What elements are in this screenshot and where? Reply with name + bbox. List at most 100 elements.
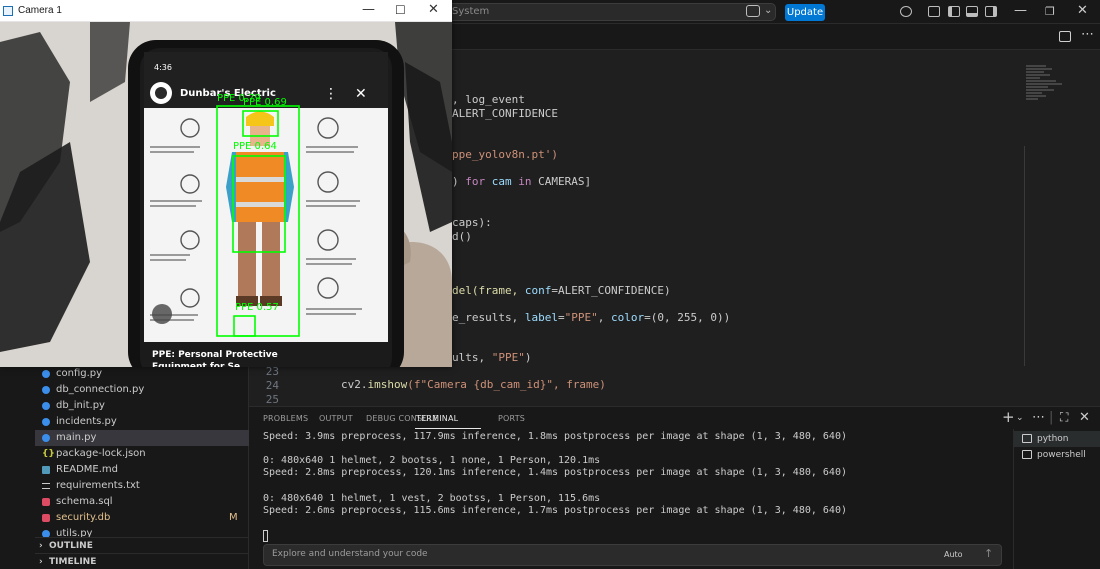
minimap[interactable] — [1026, 64, 1086, 124]
file-item-schema[interactable]: schema.sql — [35, 494, 249, 510]
file-item-incidents[interactable]: incidents.py — [35, 414, 249, 430]
terminal-item-powershell[interactable]: powershell — [1014, 447, 1100, 463]
file-item-db-connection[interactable]: db_connection.py — [35, 382, 249, 398]
camera-feed: 4:36 Dunbar's Electric ⋮ ✕ PPE: Personal… — [0, 22, 452, 367]
camera-window-titlebar[interactable]: Camera 1 — ☐ ✕ — [0, 0, 452, 22]
terminal-icon — [1022, 450, 1032, 459]
markdown-file-icon — [42, 466, 50, 474]
terminal-line: Speed: 2.8ms preprocess, 120.1ms inferen… — [263, 467, 847, 478]
copilot-icon[interactable] — [746, 5, 760, 17]
command-center-search[interactable] — [444, 3, 776, 21]
git-modified-badge: M — [229, 512, 238, 523]
code-line: d() — [452, 230, 472, 243]
phone-menu-icon: ⋮ — [324, 86, 338, 102]
line-number: 24 — [265, 379, 279, 392]
new-terminal-icon[interactable]: + — [1002, 408, 1015, 426]
toggle-secondary-sidebar-icon[interactable] — [985, 6, 997, 17]
file-item-package-lock[interactable]: {} package-lock.json — [35, 446, 249, 462]
chat-placeholder: Explore and understand your code — [272, 549, 428, 559]
app-logo-inner — [155, 87, 167, 99]
tab-problems[interactable]: PROBLEMS — [263, 414, 308, 423]
maximize-panel-icon[interactable]: ⛶ — [1060, 410, 1068, 425]
file-item-config[interactable]: config.py — [35, 366, 249, 382]
separator: | — [1049, 410, 1054, 425]
window-app-icon — [3, 6, 13, 16]
python-file-icon — [42, 434, 50, 442]
camera-frame: 4:36 Dunbar's Electric ⋮ ✕ PPE: Personal… — [0, 22, 452, 367]
python-file-icon — [42, 402, 50, 410]
database-file-icon — [42, 514, 50, 522]
chevron-down-icon[interactable]: ⌄ — [1016, 413, 1024, 423]
command-center-text: System — [452, 6, 490, 17]
code-line: caps): — [452, 216, 492, 229]
phone-fab-button — [152, 304, 172, 324]
terminal-icon — [1022, 434, 1032, 443]
restore-icon[interactable]: ❐ — [1045, 5, 1055, 18]
camera-window[interactable]: Camera 1 — ☐ ✕ 4:36 Dunbar's Electric ⋮ … — [0, 0, 452, 367]
file-item-db-init[interactable]: db_init.py — [35, 398, 249, 414]
close-icon[interactable]: ✕ — [428, 2, 439, 17]
tab-ports[interactable]: PORTS — [498, 414, 525, 423]
explorer-panel: config.py db_connection.py db_init.py in… — [0, 366, 249, 569]
terminal-line: Speed: 3.9ms preprocess, 117.9ms inferen… — [263, 431, 847, 442]
chat-mode-selector[interactable]: Auto — [944, 550, 963, 559]
phone-time: 4:36 — [154, 63, 172, 72]
accounts-toggle-icon[interactable] — [900, 6, 912, 17]
detection-label: PPE 0.64 — [233, 141, 277, 152]
timeline-section[interactable]: › TIMELINE — [35, 553, 249, 569]
line-number: 25 — [265, 393, 279, 406]
minimize-icon[interactable]: — — [362, 2, 375, 17]
code-line: cv2.imshow(f"Camera {db_cam_id}", frame) — [341, 378, 606, 391]
detection-label: PPE 0.69 — [243, 97, 287, 108]
code-line: ALERT_CONFIDENCE — [452, 107, 558, 120]
camera-window-title: Camera 1 — [18, 5, 62, 16]
toggle-panel-icon[interactable] — [966, 6, 978, 17]
send-arrow-icon[interactable]: ↑ — [984, 547, 993, 560]
code-line: , log_event — [452, 93, 525, 106]
code-line: del(frame, conf=ALERT_CONFIDENCE) — [452, 284, 671, 297]
tab-output[interactable]: OUTPUT — [319, 414, 353, 423]
editor-ruler — [1024, 146, 1025, 366]
chevron-right-icon: › — [39, 557, 43, 567]
code-line: ppe_yolov8n.pt') — [452, 148, 558, 161]
more-actions-icon[interactable]: ⋯ — [1032, 410, 1045, 425]
file-item-readme[interactable]: README.md — [35, 462, 249, 478]
chevron-down-icon[interactable]: ⌄ — [764, 5, 772, 16]
terminal-line: 0: 480x640 1 helmet, 2 bootss, 1 none, 1… — [263, 455, 601, 466]
phone-close-icon: ✕ — [355, 86, 367, 102]
file-item-requirements[interactable]: requirements.txt — [35, 478, 249, 494]
close-icon[interactable]: ✕ — [1077, 3, 1088, 18]
toggle-sidebar-icon[interactable] — [948, 6, 960, 17]
phone-banner-line2: Equipment for Se... — [152, 362, 250, 367]
python-file-icon — [42, 386, 50, 394]
code-line: e_results, label="PPE", color=(0, 255, 0… — [452, 311, 731, 324]
phone-banner-line1: PPE: Personal Protective — [152, 350, 278, 360]
text-file-icon — [42, 483, 50, 489]
bottom-panel: PROBLEMS OUTPUT DEBUG CONSOLE TERMINAL P… — [249, 406, 1100, 569]
chat-input[interactable]: Explore and understand your code Auto ↑ — [263, 544, 1002, 566]
split-editor-icon[interactable] — [1059, 31, 1071, 42]
detection-label: PPE 0.57 — [235, 302, 279, 313]
update-button[interactable]: Update — [785, 4, 825, 21]
more-actions-icon[interactable]: ⋯ — [1081, 27, 1094, 42]
terminal-list: python powershell — [1013, 429, 1100, 569]
close-panel-icon[interactable]: ✕ — [1079, 410, 1090, 425]
code-line: ults, "PPE") — [452, 351, 532, 364]
python-file-icon — [42, 370, 50, 378]
python-file-icon — [42, 418, 50, 426]
customize-layout-icon[interactable] — [928, 6, 940, 17]
database-file-icon — [42, 498, 50, 506]
terminal-item-python[interactable]: python — [1014, 431, 1100, 447]
chevron-right-icon: › — [39, 541, 43, 551]
minimize-icon[interactable]: — — [1014, 3, 1027, 18]
outline-section[interactable]: › OUTLINE — [35, 537, 249, 553]
terminal-cursor — [263, 530, 268, 542]
maximize-icon[interactable]: ☐ — [395, 3, 406, 17]
terminal-line: Speed: 2.6ms preprocess, 115.6ms inferen… — [263, 505, 847, 516]
tab-terminal[interactable]: TERMINAL — [416, 414, 458, 423]
file-item-security-db[interactable]: security.db M — [35, 510, 249, 526]
file-item-main[interactable]: main.py — [35, 430, 249, 446]
active-tab-indicator — [415, 428, 481, 429]
json-file-icon: {} — [42, 449, 55, 459]
terminal-line: 0: 480x640 1 helmet, 1 vest, 2 bootss, 1… — [263, 493, 601, 504]
